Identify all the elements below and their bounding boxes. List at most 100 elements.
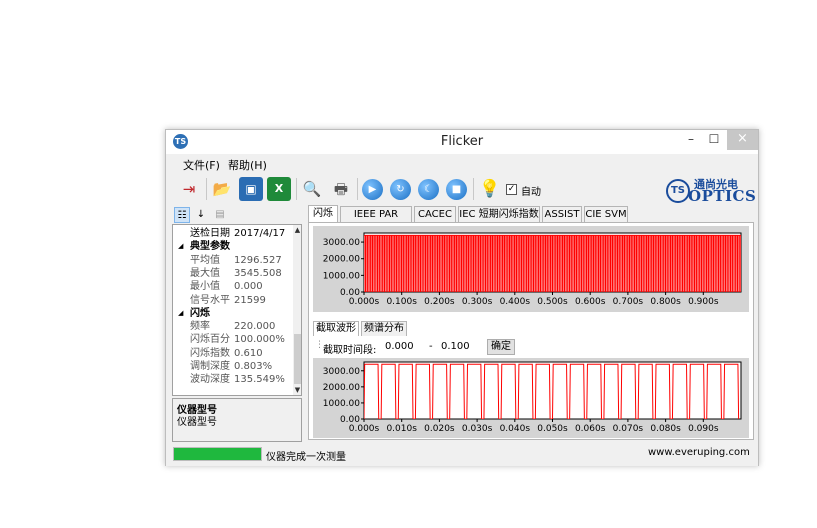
collapse-arrow-icon[interactable]: ◢ (178, 307, 183, 320)
property-value: 220.000 (234, 321, 276, 333)
property-row[interactable]: 闪烁百分 100.000% (173, 333, 293, 346)
x-tick-label: 0.500s (537, 297, 568, 307)
property-scrollbar[interactable]: ▲ ▼ (293, 225, 301, 395)
progress-fill (174, 448, 261, 460)
range-end-input[interactable]: 0.100 (439, 340, 481, 354)
property-key: 调制深度 (190, 361, 230, 372)
y-tick-label: 1000.00 (323, 399, 360, 409)
range-dash: - (429, 341, 433, 352)
property-row[interactable]: 调制深度 0.803% (173, 360, 293, 373)
print-preview-icon[interactable]: 🔍 (300, 177, 324, 201)
property-key: 波动深度 (190, 374, 230, 386)
property-row[interactable]: 最大值 3545.508 (173, 267, 293, 280)
property-row[interactable]: 平均值 1296.527 (173, 254, 293, 267)
x-tick-label: 0.000s (349, 424, 380, 434)
menu-file[interactable]: 文件(F) (183, 157, 220, 173)
play-icon[interactable]: ▶ (362, 179, 383, 200)
property-row[interactable]: 波动深度 135.549% (173, 373, 293, 386)
tab-cacec[interactable]: CACEC (414, 206, 456, 222)
scroll-down-icon[interactable]: ▼ (293, 385, 301, 395)
x-tick-label: 0.300s (462, 297, 493, 307)
scroll-up-icon[interactable]: ▲ (293, 225, 301, 235)
category-label: 典型参数 (190, 241, 230, 253)
property-key: 闪烁指数 (190, 347, 230, 359)
property-key: 平均值 (190, 254, 220, 266)
tab-capture-waveform[interactable]: 截取波形 (313, 321, 359, 336)
scroll-thumb[interactable] (294, 334, 301, 384)
property-key: 闪烁百分 (190, 334, 230, 346)
property-value: 0.000 (234, 281, 263, 293)
x-tick-label: 0.100s (386, 297, 417, 307)
open-folder-icon[interactable]: 📂 (210, 177, 234, 201)
range-label: 截取时间段: (323, 345, 377, 356)
sort-alpha-icon[interactable]: ↓ (193, 207, 209, 223)
property-value: 135.549% (234, 374, 285, 386)
company-logo: TS 通尚光电 OPTICS (666, 176, 756, 205)
close-button[interactable]: × (727, 130, 758, 150)
auto-checkbox[interactable]: ✓ (506, 184, 517, 195)
category-label: 闪烁 (190, 307, 210, 319)
tab-iec-pst[interactable]: IEC 短期闪烁指数 (458, 206, 540, 222)
tab-assist[interactable]: ASSIST (542, 206, 582, 222)
main-tabs: 闪烁 IEEE PAR 1789 CACEC IEC 短期闪烁指数 ASSIST… (308, 205, 756, 235)
range-start-input[interactable]: 0.000 (383, 340, 425, 354)
maximize-button[interactable]: ☐ (703, 130, 725, 150)
property-value: 100.000% (234, 334, 285, 346)
property-row[interactable]: 最小值 0.000 (173, 280, 293, 293)
waveform-chart-full: 0.00 1000.00 2000.00 3000.00 0.000s 0.100s 0.2… (313, 226, 749, 312)
x-tick-label: 0.600s (575, 297, 606, 307)
category-flicker[interactable]: ◢ 闪烁 (173, 307, 293, 320)
moon-icon[interactable]: ☾ (418, 179, 439, 200)
x-tick-label: 0.080s (650, 424, 681, 434)
tab-spectrum[interactable]: 频谱分布 (361, 321, 407, 336)
x-tick-label: 0.010s (386, 424, 417, 434)
x-tick-label: 0.030s (462, 424, 493, 434)
x-tick-label: 0.060s (575, 424, 606, 434)
x-tick-label: 0.040s (500, 424, 531, 434)
property-value: 0.803% (234, 361, 273, 372)
lightbulb-icon[interactable]: 💡 (478, 177, 502, 201)
window-title: Flicker (440, 134, 484, 149)
auto-label: 自动 (521, 187, 541, 198)
x-tick-label: 0.800s (650, 297, 681, 307)
x-tick-label: 0.400s (500, 297, 531, 307)
tab-flicker[interactable]: 闪烁 (308, 205, 338, 223)
y-tick-label: 3000.00 (323, 367, 360, 377)
waveform-chart-zoom: 0.00 1000.00 2000.00 3000.00 0.000s 0.010s 0.0… (313, 358, 749, 438)
x-tick-label: 0.200s (424, 297, 455, 307)
tab-cie-svm[interactable]: CIE SVM (584, 206, 628, 222)
excel-export-icon[interactable]: X (267, 177, 291, 201)
property-row[interactable]: 闪烁指数 0.610 (173, 347, 293, 360)
property-row[interactable]: 送检日期 2017/4/17 (173, 227, 293, 240)
exit-icon[interactable]: ⇥ (177, 177, 201, 201)
property-row[interactable]: 信号水平 21599 (173, 294, 293, 307)
print-icon[interactable]: 🖶 (329, 177, 353, 201)
menu-help[interactable]: 帮助(H) (228, 157, 267, 173)
property-value: 21599 (234, 294, 266, 306)
measurement-progress (173, 447, 262, 461)
property-value: 2017/4/17 (234, 228, 286, 239)
stop-icon[interactable]: ■ (446, 179, 467, 200)
property-key: 最小值 (190, 281, 220, 293)
confirm-button[interactable]: 确定 (487, 339, 515, 355)
collapse-arrow-icon[interactable]: ◢ (178, 240, 183, 253)
x-tick-label: 0.700s (613, 297, 644, 307)
title-bar: TS Flicker – ☐ × (166, 130, 758, 154)
property-value: 1296.527 (234, 254, 282, 266)
categorized-icon[interactable]: ☷ (174, 207, 190, 223)
category-typical-params[interactable]: ◢ 典型参数 (173, 240, 293, 253)
refresh-icon[interactable]: ↻ (390, 179, 411, 200)
x-tick-label: 0.050s (537, 424, 568, 434)
save-icon[interactable]: ▣ (239, 177, 263, 201)
y-tick-label: 2000.00 (323, 255, 360, 265)
x-tick-label: 0.070s (613, 424, 644, 434)
property-pages-icon[interactable]: ▤ (212, 207, 228, 223)
property-key: 送检日期 (190, 228, 230, 239)
property-row[interactable]: 频率 220.000 (173, 320, 293, 333)
x-tick-label: 0.000s (349, 297, 380, 307)
tab-ieee-par-1789[interactable]: IEEE PAR 1789 (340, 206, 412, 235)
minimize-button[interactable]: – (680, 130, 702, 150)
y-tick-label: 1000.00 (323, 271, 360, 281)
property-key: 信号水平 (190, 294, 230, 306)
website-url[interactable]: www.everuping.com (648, 447, 750, 458)
